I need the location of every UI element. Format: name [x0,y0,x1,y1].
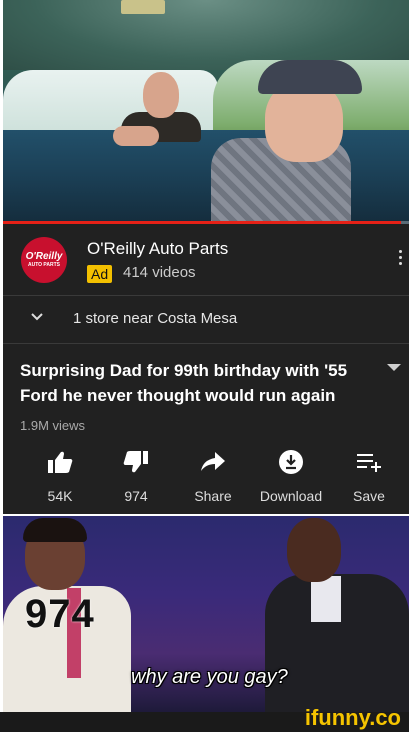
store-row[interactable]: 1 store near Costa Mesa [3,296,409,342]
action-bar: 54K 974 Share Download Save [3,448,409,508]
back-seat-man-arm [113,126,159,146]
video-info-panel: O'Reilly AUTO PARTS O'Reilly Auto Parts … [3,224,409,514]
share-label: Share [194,488,232,504]
ad-badge: Ad [87,265,113,283]
share-icon [201,452,225,471]
more-options-icon[interactable] [399,250,403,268]
expand-description-icon[interactable] [387,364,401,371]
host-shirt [311,576,341,622]
store-text: 1 store near Costa Mesa [73,310,238,327]
video-title[interactable]: Surprising Dad for 99th birthday with '5… [20,358,370,408]
like-count: 54K [47,488,73,504]
channel-logo[interactable]: O'Reilly AUTO PARTS [21,237,67,283]
host-head [287,518,341,582]
ifunny-watermark: ifunny.co [304,705,401,730]
meme-number: 974 [25,592,95,636]
video-count: 414 videos [123,264,196,281]
like-button[interactable]: 54K [20,448,100,504]
camo-cap [258,60,362,94]
dislike-button[interactable]: 974 [96,448,176,504]
meme-caption: why are you gay? [131,666,288,688]
download-button[interactable]: Download [251,448,331,504]
back-seat-man-head [143,72,179,118]
thumbs-down-icon [123,451,148,473]
view-count: 1.9M views [20,418,86,433]
download-label: Download [259,488,323,504]
channel-name[interactable]: O'Reilly Auto Parts [87,239,228,259]
dome-light [121,0,165,14]
logo-text: O'Reilly [25,250,63,262]
save-label: Save [353,488,385,504]
dislike-count: 974 [124,488,148,504]
guest-hair [23,518,87,542]
video-player[interactable] [3,0,409,224]
divider [3,343,409,344]
logo-subtext: AUTO PARTS [27,261,61,268]
save-playlist-icon [357,454,381,472]
share-button[interactable]: Share [173,448,253,504]
thumbs-up-icon [48,451,73,473]
download-icon [279,450,303,474]
save-button[interactable]: Save [329,448,409,504]
meme-image: 974 why are you gay? [3,516,409,712]
chevron-down-icon [31,313,43,321]
channel-row[interactable]: O'Reilly AUTO PARTS O'Reilly Auto Parts … [3,224,409,294]
